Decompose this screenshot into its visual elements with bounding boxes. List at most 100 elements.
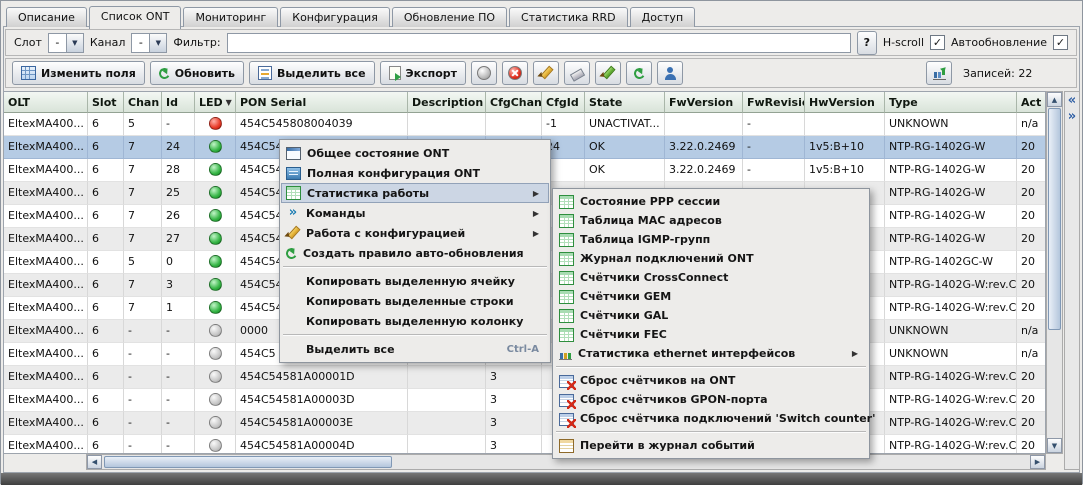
table-cell[interactable] <box>195 205 236 228</box>
menu-item[interactable]: Перейти в журнал событий <box>554 436 868 455</box>
table-cell[interactable] <box>805 113 885 136</box>
table-cell[interactable]: 6 <box>88 274 124 297</box>
table-row[interactable]: EltexMA400...6--454C54581A00003E3NTP-RG-… <box>4 412 1045 435</box>
menu-item[interactable]: Счётчики GEM <box>554 287 868 306</box>
table-cell[interactable]: 5 <box>124 113 162 136</box>
table-cell[interactable]: - <box>162 412 195 435</box>
horizontal-scroll-thumb[interactable] <box>104 456 392 468</box>
table-cell[interactable]: EltexMA400... <box>4 435 88 453</box>
tab[interactable]: Обновление ПО <box>392 7 507 27</box>
column-header-cfgid[interactable]: CfgId <box>542 92 585 113</box>
table-cell[interactable]: 6 <box>88 228 124 251</box>
table-cell[interactable]: n/a <box>1017 343 1045 366</box>
table-cell[interactable]: 20 <box>1017 228 1045 251</box>
table-cell[interactable] <box>195 274 236 297</box>
table-cell[interactable]: EltexMA400... <box>4 412 88 435</box>
tab[interactable]: Мониторинг <box>183 7 278 27</box>
table-cell[interactable]: UNKNOWN <box>885 113 1017 136</box>
table-cell[interactable]: NTP-RG-1402G-W <box>885 182 1017 205</box>
table-cell[interactable]: UNKNOWN <box>885 320 1017 343</box>
table-cell[interactable]: EltexMA400... <box>4 251 88 274</box>
table-cell[interactable]: 454C54581A00004D <box>236 435 408 453</box>
user-button[interactable] <box>657 61 683 85</box>
table-cell[interactable] <box>665 113 743 136</box>
table-cell[interactable]: EltexMA400... <box>4 320 88 343</box>
table-cell[interactable]: - <box>124 343 162 366</box>
table-cell[interactable]: 6 <box>88 182 124 205</box>
table-cell[interactable]: 6 <box>88 412 124 435</box>
toolbar-button[interactable]: Выделить все <box>249 61 375 85</box>
table-cell[interactable]: NTP-RG-1402G-W:rev.C <box>885 435 1017 453</box>
column-header-fwversion[interactable]: FwVersion <box>665 92 743 113</box>
help-button[interactable]: ? <box>857 31 877 55</box>
table-cell[interactable]: - <box>162 389 195 412</box>
eraser-button[interactable] <box>564 61 590 85</box>
menu-item[interactable]: Статистика ethernet интерфейсов▶ <box>554 344 868 363</box>
table-cell[interactable]: 3.22.0.2469 <box>665 159 743 182</box>
table-cell[interactable] <box>195 389 236 412</box>
toolbar-button[interactable]: Обновить <box>150 61 244 85</box>
table-cell[interactable]: 3 <box>486 412 542 435</box>
table-cell[interactable]: 6 <box>88 435 124 453</box>
table-cell[interactable]: 27 <box>162 228 195 251</box>
table-cell[interactable]: 6 <box>88 297 124 320</box>
table-cell[interactable]: 20 <box>1017 297 1045 320</box>
table-cell[interactable]: 5 <box>124 251 162 274</box>
table-cell[interactable]: 3 <box>162 274 195 297</box>
toolbar-button[interactable]: Экспорт <box>380 61 466 85</box>
scroll-up-icon[interactable]: ▲ <box>1047 92 1062 107</box>
table-cell[interactable]: EltexMA400... <box>4 228 88 251</box>
table-cell[interactable]: EltexMA400... <box>4 366 88 389</box>
column-header-led[interactable]: LED▼ <box>195 92 236 113</box>
table-row[interactable]: EltexMA400...6--454C54581A00001D3NTP-RG-… <box>4 366 1045 389</box>
table-cell[interactable] <box>408 412 486 435</box>
column-header-hwversion[interactable]: HwVersion <box>805 92 885 113</box>
pencil-button[interactable] <box>533 61 559 85</box>
slot-combobox[interactable]: - ▼ <box>48 33 84 53</box>
menu-item[interactable]: Счётчики GAL <box>554 306 868 325</box>
table-cell[interactable]: 26 <box>162 205 195 228</box>
table-cell[interactable]: 6 <box>88 343 124 366</box>
table-cell[interactable]: 6 <box>88 389 124 412</box>
table-cell[interactable]: NTP-RG-1402G-W:rev.C <box>885 366 1017 389</box>
table-cell[interactable]: 6 <box>88 251 124 274</box>
table-cell[interactable]: EltexMA400... <box>4 205 88 228</box>
menu-item[interactable]: Журнал подключений ONT <box>554 249 868 268</box>
table-cell[interactable]: OK <box>585 159 665 182</box>
pencil-green-button[interactable] <box>595 61 621 85</box>
chevron-down-icon[interactable]: ▼ <box>149 34 166 52</box>
column-header-pon-serial[interactable]: PON Serial <box>236 92 408 113</box>
ball-red-button[interactable] <box>502 61 528 85</box>
table-cell[interactable]: 7 <box>124 228 162 251</box>
autorefresh-checkbox[interactable]: ✓ <box>1053 35 1068 50</box>
table-cell[interactable] <box>195 228 236 251</box>
table-cell[interactable]: 28 <box>162 159 195 182</box>
table-cell[interactable]: EltexMA400... <box>4 274 88 297</box>
table-cell[interactable]: 3 <box>486 389 542 412</box>
menu-item[interactable]: Таблица MAC адресов <box>554 211 868 230</box>
menu-item[interactable]: Выделить всеCtrl-A <box>281 339 549 359</box>
table-cell[interactable]: 6 <box>88 136 124 159</box>
table-cell[interactable]: 3 <box>486 366 542 389</box>
table-cell[interactable]: - <box>162 435 195 453</box>
tab[interactable]: Описание <box>6 7 87 27</box>
table-cell[interactable]: 20 <box>1017 159 1045 182</box>
table-cell[interactable] <box>195 366 236 389</box>
collapse-left-icon[interactable]: « <box>1068 94 1076 107</box>
table-cell[interactable]: UNKNOWN <box>885 343 1017 366</box>
menu-item[interactable]: Таблица IGMP-групп <box>554 230 868 249</box>
table-cell[interactable] <box>195 412 236 435</box>
table-cell[interactable]: EltexMA400... <box>4 113 88 136</box>
table-cell[interactable]: - <box>743 159 805 182</box>
table-cell[interactable]: - <box>162 113 195 136</box>
table-cell[interactable]: - <box>124 435 162 453</box>
column-header-slot[interactable]: Slot <box>88 92 124 113</box>
vertical-scrollbar[interactable]: ▲ ▼ <box>1046 91 1063 454</box>
table-cell[interactable] <box>195 182 236 205</box>
table-cell[interactable]: NTP-RG-1402GC-W <box>885 251 1017 274</box>
table-cell[interactable]: NTP-RG-1402G-W:rev.C <box>885 389 1017 412</box>
chevron-down-icon[interactable]: ▼ <box>66 34 83 52</box>
table-cell[interactable]: NTP-RG-1402G-W:rev.C <box>885 274 1017 297</box>
table-cell[interactable]: - <box>743 113 805 136</box>
menu-item[interactable]: Сброс счётчика подключений 'Switch count… <box>554 409 868 428</box>
